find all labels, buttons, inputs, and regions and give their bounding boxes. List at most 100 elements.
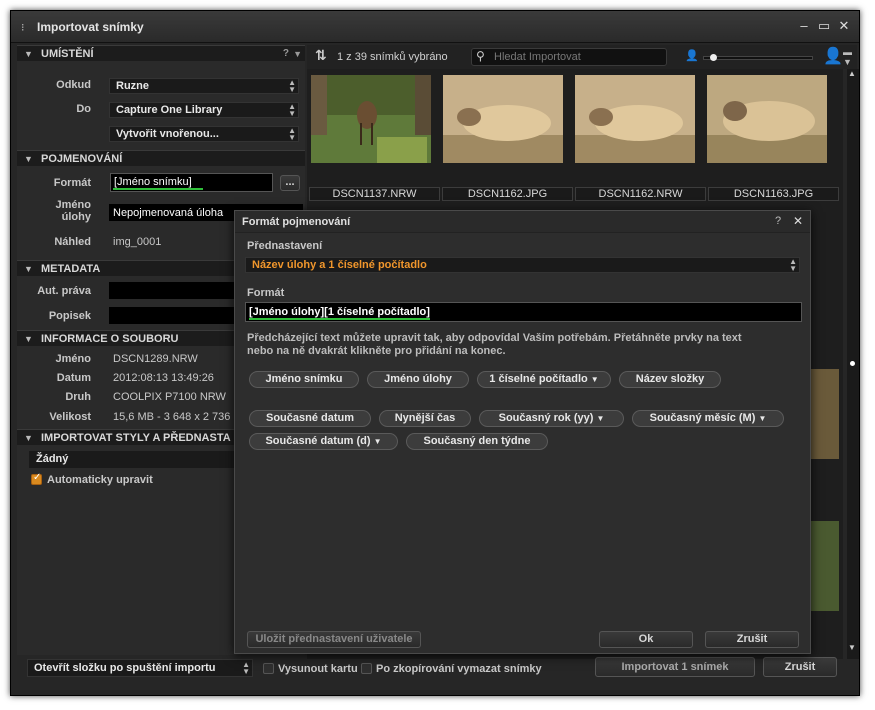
- file-date-value: 2012:08:13 13:49:26: [113, 372, 214, 384]
- menu-dropdown-icon[interactable]: ▬ ▼: [843, 47, 852, 67]
- search-placeholder: Hledat Importovat: [494, 51, 581, 63]
- to-select[interactable]: Capture One Library ▲ ▼: [109, 102, 299, 118]
- dropdown-arrow-icon: ▼: [596, 414, 605, 423]
- thumbnail-caption-3: DSCN1162.NRW: [575, 187, 706, 201]
- format-edit-button[interactable]: ...: [280, 175, 300, 191]
- person-small-icon: 👤: [685, 50, 699, 62]
- thumbnail-image-3[interactable]: [575, 75, 695, 163]
- to-label: Do: [76, 103, 91, 115]
- dropdown-arrow-icon: ▼: [590, 375, 599, 384]
- token-counter[interactable]: 1 číselné počítadlo ▼: [477, 371, 611, 388]
- file-date-label: Datum: [56, 372, 91, 384]
- cancel-import-button[interactable]: Zrušit: [763, 657, 837, 677]
- thumbnail-size-slider[interactable]: [703, 54, 813, 61]
- subfolder-select[interactable]: Vytvořit vnořenou... ▲ ▼: [109, 126, 299, 142]
- dialog-help-icon[interactable]: ?: [775, 215, 781, 227]
- thumbnail-scrollbar[interactable]: ▲ ▼: [847, 69, 859, 659]
- token-current-weekday[interactable]: Současný den týdne: [406, 433, 548, 450]
- token-job-name[interactable]: Jméno úlohy: [367, 371, 469, 388]
- format-label: Formát: [247, 287, 285, 299]
- open-folder-value: Otevřít složku po spuštění importu: [34, 662, 216, 674]
- format-token-counter[interactable]: [1 číselné počítadlo]: [324, 306, 430, 320]
- section-metadata-title: METADATA: [41, 263, 101, 275]
- format-underline: [113, 188, 203, 190]
- thumbnail-image-4[interactable]: [707, 75, 827, 163]
- token-current-day-label: Současné datum (d): [265, 435, 371, 447]
- import-button[interactable]: Importovat 1 snímek: [595, 657, 755, 677]
- token-current-day[interactable]: Současné datum (d) ▼: [249, 433, 398, 450]
- updown-arrow-icon: ▲ ▼: [288, 102, 296, 118]
- collapse-triangle-icon: ▼: [24, 433, 33, 443]
- thumbnail-caption-1: DSCN1137.NRW: [309, 187, 440, 201]
- token-current-year-label: Současný rok (yy): [498, 412, 594, 424]
- open-folder-select[interactable]: Otevřít složku po spuštění importu ▲ ▼: [27, 659, 253, 677]
- auto-adjust-checkbox[interactable]: ✓: [31, 472, 42, 485]
- thumbnail-partial-1[interactable]: [809, 369, 839, 459]
- format-field-value: [Jméno snímku]: [114, 176, 192, 188]
- format-token-job-name[interactable]: [Jméno úlohy]: [249, 306, 325, 320]
- dropdown-arrow-icon: ▼: [373, 437, 382, 446]
- token-current-month-label: Současný měsíc (M): [649, 412, 756, 424]
- token-current-time[interactable]: Nynější čas: [379, 410, 471, 427]
- collapse-triangle-icon: ▼: [24, 49, 33, 59]
- save-user-preset-button[interactable]: Uložit přednastavení uživatele: [247, 631, 421, 648]
- preset-label: Přednastavení: [247, 240, 323, 252]
- thumbnail-image-2[interactable]: [443, 75, 563, 163]
- help-text-line-2: nebo na ně dvakrát klikněte pro přidání …: [247, 345, 506, 357]
- copyright-label: Aut. práva: [37, 285, 91, 297]
- token-folder-name[interactable]: Název složky: [619, 371, 721, 388]
- delete-after-copy-checkbox[interactable]: [361, 663, 372, 674]
- eject-card-checkbox[interactable]: [263, 663, 274, 674]
- help-text-line-1: Předcházející text můžete upravit tak, a…: [247, 332, 742, 344]
- eject-card-label: Vysunout kartu: [278, 663, 358, 675]
- from-select-value: Ruzne: [116, 80, 149, 92]
- updown-arrow-icon: ▲ ▼: [288, 78, 296, 94]
- format-expression-field[interactable]: [Jméno úlohy][1 číselné počítadlo]: [245, 302, 802, 322]
- thumbnail-caption-2: DSCN1162.JPG: [442, 187, 573, 201]
- preview-value: img_0001: [113, 236, 162, 248]
- section-menu-icon[interactable]: ▼: [293, 46, 302, 62]
- from-select[interactable]: Ruzne ▲ ▼: [109, 78, 299, 94]
- preset-select-value: Název úlohy a 1 číselné počítadlo: [252, 259, 427, 271]
- updown-arrow-icon: ▲ ▼: [242, 660, 250, 676]
- maximize-icon[interactable]: ▭: [817, 19, 831, 33]
- person-large-icon: 👤: [823, 48, 843, 65]
- dropdown-arrow-icon: ▼: [758, 414, 767, 423]
- file-name-value: DSCN1289.NRW: [113, 353, 198, 365]
- check-icon: ✓: [33, 472, 42, 483]
- minimize-icon[interactable]: –: [797, 19, 811, 33]
- close-icon[interactable]: ✕: [837, 19, 851, 33]
- format-label: Formát: [53, 177, 91, 189]
- section-location[interactable]: ▼ UMÍSTĚNÍ ? ▼: [17, 45, 305, 61]
- delete-after-copy-label: Po zkopírování vymazat snímky: [376, 663, 542, 675]
- section-naming-title: POJMENOVÁNÍ: [41, 153, 123, 165]
- preset-select[interactable]: Název úlohy a 1 číselné počítadlo ▲ ▼: [245, 257, 800, 273]
- collapse-triangle-icon: ▼: [24, 264, 33, 274]
- scroll-thumb[interactable]: [850, 361, 855, 366]
- scroll-up-icon[interactable]: ▲: [848, 69, 856, 78]
- style-preset-value: Žádný: [36, 453, 69, 465]
- scroll-down-icon[interactable]: ▼: [848, 643, 856, 652]
- ok-button[interactable]: Ok: [599, 631, 693, 648]
- file-type-value: COOLPIX P7100 NRW: [113, 391, 226, 403]
- thumbnail-image-1[interactable]: [311, 75, 431, 163]
- token-image-name[interactable]: Jméno snímku: [249, 371, 359, 388]
- section-naming[interactable]: ▼ POJMENOVÁNÍ: [17, 150, 305, 166]
- token-current-month[interactable]: Současný měsíc (M) ▼: [632, 410, 784, 427]
- job-name-label: Jméno úlohy: [19, 199, 91, 223]
- dialog-cancel-button[interactable]: Zrušit: [705, 631, 799, 648]
- file-size-label: Velikost: [49, 411, 91, 423]
- thumbnail-partial-2[interactable]: [809, 521, 839, 611]
- token-current-date[interactable]: Současné datum: [249, 410, 371, 427]
- file-size-value: 15,6 MB - 3 648 x 2 736: [113, 411, 231, 423]
- selection-count: 1 z 39 snímků vybráno: [337, 51, 448, 63]
- dialog-title: Formát pojmenování: [242, 216, 351, 228]
- help-icon[interactable]: ?: [283, 46, 289, 62]
- token-current-year[interactable]: Současný rok (yy) ▼: [479, 410, 624, 427]
- preview-label: Náhled: [54, 236, 91, 248]
- sort-icon[interactable]: ⇅: [315, 47, 327, 64]
- slider-handle[interactable]: [710, 54, 717, 61]
- search-field[interactable]: ⚲ Hledat Importovat: [471, 48, 667, 66]
- dialog-close-icon[interactable]: ✕: [793, 214, 803, 228]
- format-field[interactable]: [Jméno snímku]: [110, 173, 273, 192]
